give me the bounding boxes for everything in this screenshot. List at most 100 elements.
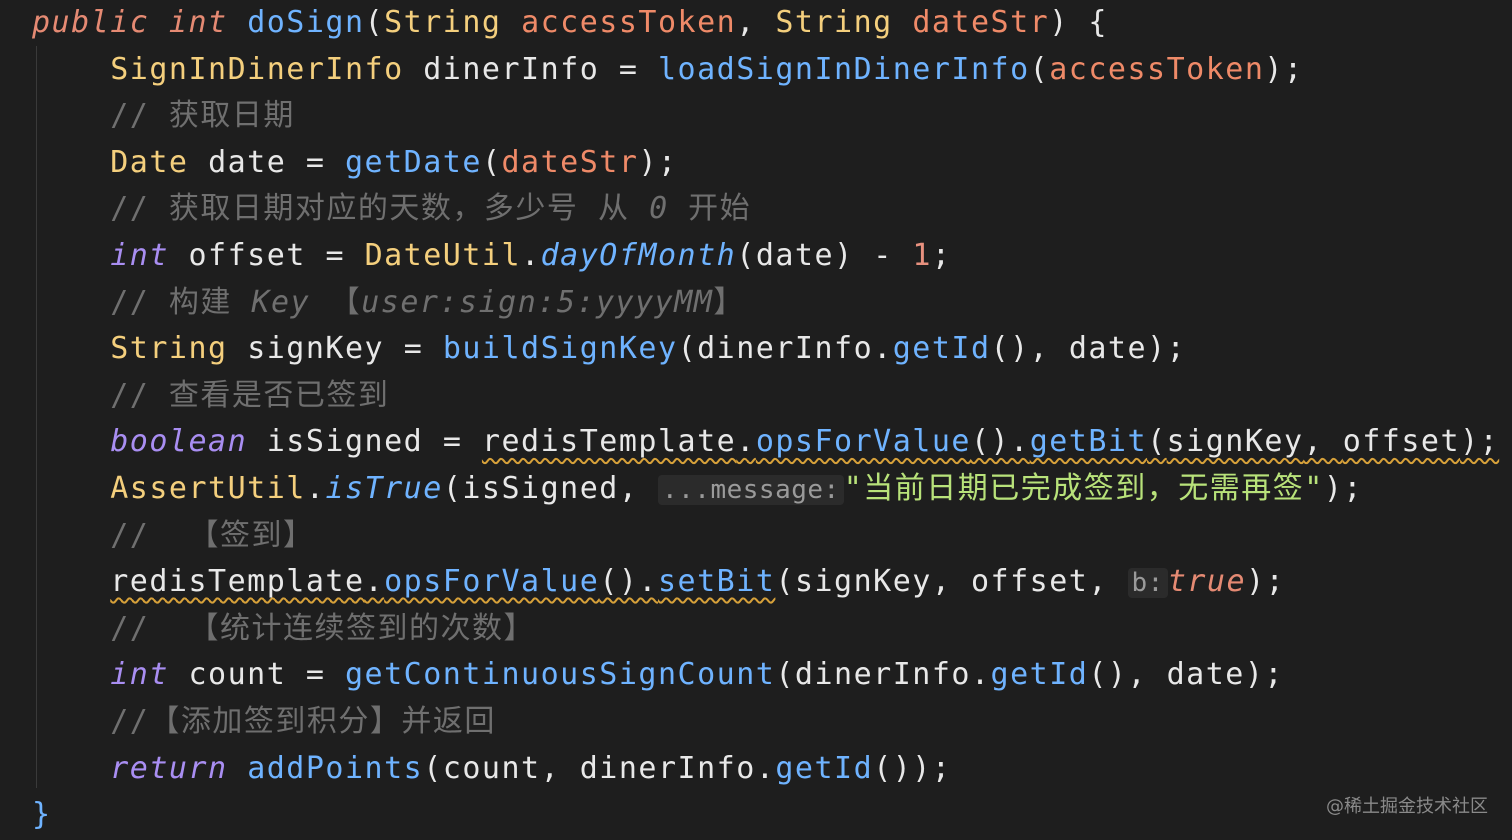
comment-line-12[interactable]: // 【签到】 [32, 513, 315, 560]
code-token: , [1088, 564, 1128, 600]
code-token: . [755, 750, 776, 786]
code-token: redisTemplate [110, 564, 365, 600]
code-token: Key [251, 284, 330, 320]
comment-line-3[interactable]: // 获取日期 [32, 93, 295, 140]
code-token: ) { [1049, 5, 1108, 40]
code-token: ( [1029, 51, 1050, 87]
code-line-13[interactable]: redisTemplate.opsForValue().setBit(signK… [32, 559, 1285, 606]
code-token: ); [1264, 51, 1304, 87]
code-token: ); [1246, 564, 1286, 600]
code-token: ); [1323, 471, 1363, 506]
code-token: = [618, 51, 658, 87]
code-token: . [364, 564, 385, 600]
code-token: addPoints [247, 750, 424, 786]
code-token: ( [442, 471, 463, 506]
code-token: public int [32, 5, 248, 40]
code-token: . [736, 424, 756, 460]
code-line-17[interactable]: return addPoints(count, dinerInfo.getId(… [32, 746, 951, 793]
code-token: ); [1460, 424, 1500, 460]
code-token: // 获取日期对应的天数，多少号 从 [32, 191, 650, 227]
code-token: dinerInfo [579, 750, 756, 786]
code-token: setBit [658, 564, 776, 600]
code-token: = [442, 424, 482, 460]
code-token: // 【签到】 [32, 517, 315, 553]
code-line-15[interactable]: int count = getContinuousSignCount(diner… [32, 652, 1284, 699]
code-token: count [188, 657, 306, 693]
code-token: // 查看是否已签到 [32, 377, 390, 413]
code-token: , [931, 564, 971, 600]
code-token: 开始 [668, 191, 752, 227]
code-token: , [618, 471, 658, 506]
code-token: dayOfMonth [540, 238, 737, 273]
code-token: 0 [649, 191, 669, 227]
code-token: 1 [912, 238, 932, 273]
code-line-10[interactable]: boolean isSigned = redisTemplate.opsForV… [32, 419, 1499, 466]
code-token: loadSignInDinerInfo [657, 51, 1030, 87]
code-token: opsForValue [755, 424, 971, 460]
code-token: user:sign:5:yyyyMM [361, 284, 714, 320]
code-token: isTrue [325, 471, 443, 506]
code-token: buildSignKey [442, 331, 678, 367]
code-token: count [442, 750, 541, 786]
code-token: getId [775, 750, 874, 786]
code-token: ( [423, 750, 443, 786]
code-token: dateStr [912, 5, 1050, 40]
code-token: getBit [1029, 424, 1148, 460]
code-token: getDate [345, 144, 482, 180]
code-token: (), [990, 331, 1069, 367]
code-line-2[interactable]: SignInDinerInfo dinerInfo = loadSignInDi… [32, 47, 1304, 94]
code-token: isSigned [266, 424, 443, 460]
code-token: accessToken [521, 5, 737, 40]
code-token: getId [990, 657, 1089, 693]
code-token: . [873, 331, 893, 367]
code-line-11[interactable]: AssertUtil.isTrue(isSigned, ...message: "… [32, 466, 1363, 513]
code-token: date [755, 238, 835, 273]
code-token: date [208, 144, 306, 180]
code-token: // 【统计连续签到的次数】 [32, 610, 535, 646]
code-line-4[interactable]: Date date = getDate(dateStr); [32, 140, 678, 187]
code-token: offset [1342, 424, 1461, 460]
code-token: signKey [1166, 424, 1304, 460]
code-token: ( [481, 144, 502, 180]
code-token: //【添加签到积分】并返回 [32, 704, 496, 739]
code-token: signKey [794, 564, 932, 600]
code-token: int [110, 657, 189, 693]
comment-line-14[interactable]: // 【统计连续签到的次数】 [32, 606, 535, 653]
code-token: dinerInfo [697, 331, 874, 367]
code-token: doSign [247, 5, 365, 40]
comment-line-16[interactable]: //【添加签到积分】并返回 [32, 699, 496, 746]
watermark: @稀土掘金技术社区 [1326, 796, 1488, 817]
code-line-1[interactable]: public int doSign(String accessToken, St… [32, 0, 1108, 47]
code-token: = [305, 144, 345, 180]
comment-line-9[interactable]: // 查看是否已签到 [32, 373, 389, 420]
code-token: ); [1244, 657, 1284, 693]
parameter-hint: b: [1127, 568, 1168, 599]
code-token: date [1166, 657, 1245, 693]
comment-line-7[interactable]: // 构建 Key 【user:sign:5:yyyyMM】 [32, 280, 745, 327]
code-token: (). [971, 424, 1030, 460]
comment-line-5[interactable]: // 获取日期对应的天数，多少号 从 0 开始 [32, 186, 751, 233]
code-line-18[interactable]: } [32, 792, 52, 839]
parameter-hint: ...message: [658, 475, 844, 505]
code-token: , [540, 750, 580, 786]
code-token: ( [1147, 424, 1167, 460]
code-token: ( [736, 238, 756, 273]
code-token: opsForValue [384, 564, 600, 600]
code-token: getId [892, 331, 991, 367]
code-token: 【 [329, 284, 362, 320]
code-line-8[interactable]: String signKey = buildSignKey(dinerInfo.… [32, 326, 1186, 373]
code-token: "当前日期已完成签到，无需再签" [843, 471, 1324, 506]
code-token: . [970, 657, 991, 693]
code-line-6[interactable]: int offset = DateUtil.dayOfMonth(date) -… [32, 233, 951, 280]
code-token: dinerInfo [423, 51, 619, 87]
code-editor[interactable]: public int doSign(String accessToken, St… [0, 0, 1512, 840]
code-token: Date [110, 144, 209, 180]
code-token: accessToken [1049, 51, 1265, 87]
